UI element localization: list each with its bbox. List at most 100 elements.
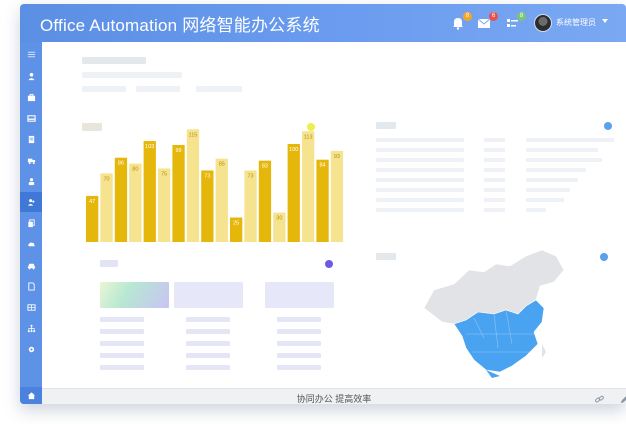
table-cell-placeholder xyxy=(484,138,505,142)
table-cell-placeholder xyxy=(526,158,602,162)
status-bar: 协同办公 提高效率 xyxy=(42,388,626,404)
card-detail-placeholder xyxy=(277,341,321,346)
table-cell-placeholder xyxy=(376,138,464,142)
table-cell-placeholder xyxy=(526,208,546,212)
footer-slogan: 协同办公 提高效率 xyxy=(296,394,372,404)
org-chart-icon[interactable] xyxy=(20,318,42,338)
card-detail-placeholder xyxy=(100,317,144,322)
china-map xyxy=(423,249,565,378)
bar-value-label: 84 xyxy=(319,163,325,169)
app-window: Office Automation 网络智能办公系统 8 6 8 系统管理员 4… xyxy=(20,4,626,404)
chart-bar xyxy=(287,144,300,242)
table-cell-placeholder xyxy=(484,148,505,152)
bell-badge: 8 xyxy=(463,12,472,21)
cards-legend-dot xyxy=(325,260,333,268)
truck-icon[interactable] xyxy=(20,150,42,170)
card-detail-placeholder xyxy=(277,329,321,334)
meta-placeholder xyxy=(82,86,126,92)
meta-placeholder xyxy=(196,86,242,92)
chart-bar xyxy=(186,129,200,242)
card-detail-placeholder xyxy=(186,341,230,346)
mail-badge: 6 xyxy=(489,12,498,21)
card-detail-placeholder xyxy=(100,329,144,334)
table-title-placeholder xyxy=(376,122,396,129)
chevron-down-icon[interactable] xyxy=(602,19,608,23)
dashboard-content: 47 70 86 80 103 75 99 115 73 85 25 73 83 30 100 113 84 93 xyxy=(42,42,626,388)
bar-value-label: 70 xyxy=(103,176,109,182)
chart-bar xyxy=(100,173,113,242)
card-detail-placeholder xyxy=(186,329,230,334)
stat-card[interactable] xyxy=(100,282,169,308)
group-icon[interactable] xyxy=(20,192,42,212)
chart-bar xyxy=(158,168,171,242)
bar-chart: 47 70 86 80 103 75 99 115 73 85 25 73 83 30 100 113 84 93 xyxy=(86,129,344,242)
user-icon[interactable] xyxy=(20,66,42,86)
settings-icon[interactable] xyxy=(20,339,42,359)
card-detail-placeholder xyxy=(186,353,230,358)
chart-bar xyxy=(316,159,329,242)
home-icon[interactable] xyxy=(20,385,42,404)
task-icon[interactable]: 8 xyxy=(504,12,526,30)
menu-icon[interactable] xyxy=(20,44,42,64)
bar-value-label: 93 xyxy=(334,154,340,160)
bar-value-label: 80 xyxy=(132,167,138,173)
bell-icon[interactable]: 8 xyxy=(450,12,472,30)
table-cell-placeholder xyxy=(526,148,598,152)
table-cell-placeholder xyxy=(376,178,464,182)
app-title: Office Automation 网络智能办公系统 xyxy=(40,16,320,35)
page-title-placeholder xyxy=(82,57,146,64)
bar-value-label: 83 xyxy=(262,164,268,170)
bar-value-label: 103 xyxy=(145,144,154,150)
card-detail-placeholder xyxy=(100,341,144,346)
table-icon[interactable] xyxy=(20,297,42,317)
chart-bar xyxy=(129,163,142,242)
file-icon[interactable] xyxy=(20,276,42,296)
bar-value-label: 73 xyxy=(204,173,210,179)
chart-bar xyxy=(201,170,214,242)
document-icon[interactable] xyxy=(20,129,42,149)
stat-card[interactable] xyxy=(174,282,243,308)
card-detail-placeholder xyxy=(277,365,321,370)
bar-value-label: 86 xyxy=(118,161,124,167)
bar-value-label: 73 xyxy=(247,173,253,179)
card-detail-placeholder xyxy=(277,317,321,322)
briefcase-icon[interactable] xyxy=(20,87,42,107)
link-icon[interactable] xyxy=(594,392,605,403)
sidebar xyxy=(20,42,42,404)
chart-bar xyxy=(244,170,257,242)
person-icon[interactable] xyxy=(20,171,42,191)
chart-bar xyxy=(215,158,228,242)
avatar[interactable] xyxy=(534,14,552,32)
screenshot-stage: Office Automation 网络智能办公系统 8 6 8 系统管理员 4… xyxy=(0,0,626,424)
card-detail-placeholder xyxy=(186,317,230,322)
table-cell-placeholder xyxy=(484,168,505,172)
table-cell-placeholder xyxy=(484,178,505,182)
sidebar-home[interactable] xyxy=(20,387,42,404)
car-icon[interactable] xyxy=(20,255,42,275)
table-cell-placeholder xyxy=(376,198,464,202)
chart-bar xyxy=(258,160,272,242)
bar-value-label: 30 xyxy=(276,216,282,222)
table-cell-placeholder xyxy=(484,198,505,202)
card-detail-placeholder xyxy=(186,365,230,370)
table-cell-placeholder xyxy=(484,188,505,192)
copy-icon[interactable] xyxy=(20,213,42,233)
table-cell-placeholder xyxy=(376,188,464,192)
chart-bar xyxy=(114,157,128,242)
cloud-icon[interactable] xyxy=(20,234,42,254)
pencil-icon[interactable] xyxy=(619,392,626,404)
card-detail-placeholder xyxy=(277,353,321,358)
bar-value-label: 47 xyxy=(89,199,95,205)
bar-value-label: 113 xyxy=(304,134,313,140)
table-cell-placeholder xyxy=(526,178,578,182)
bar-value-label: 75 xyxy=(161,172,167,178)
stat-card[interactable] xyxy=(265,282,334,308)
card-detail-placeholder xyxy=(100,365,144,370)
inbox-icon[interactable] xyxy=(20,108,42,128)
task-badge: 8 xyxy=(517,12,526,21)
chart-bar xyxy=(330,150,344,242)
user-name[interactable]: 系统管理员 xyxy=(556,17,596,28)
card-detail-placeholder xyxy=(100,353,144,358)
bar-value-label: 100 xyxy=(289,147,298,153)
mail-icon[interactable]: 6 xyxy=(476,12,498,30)
